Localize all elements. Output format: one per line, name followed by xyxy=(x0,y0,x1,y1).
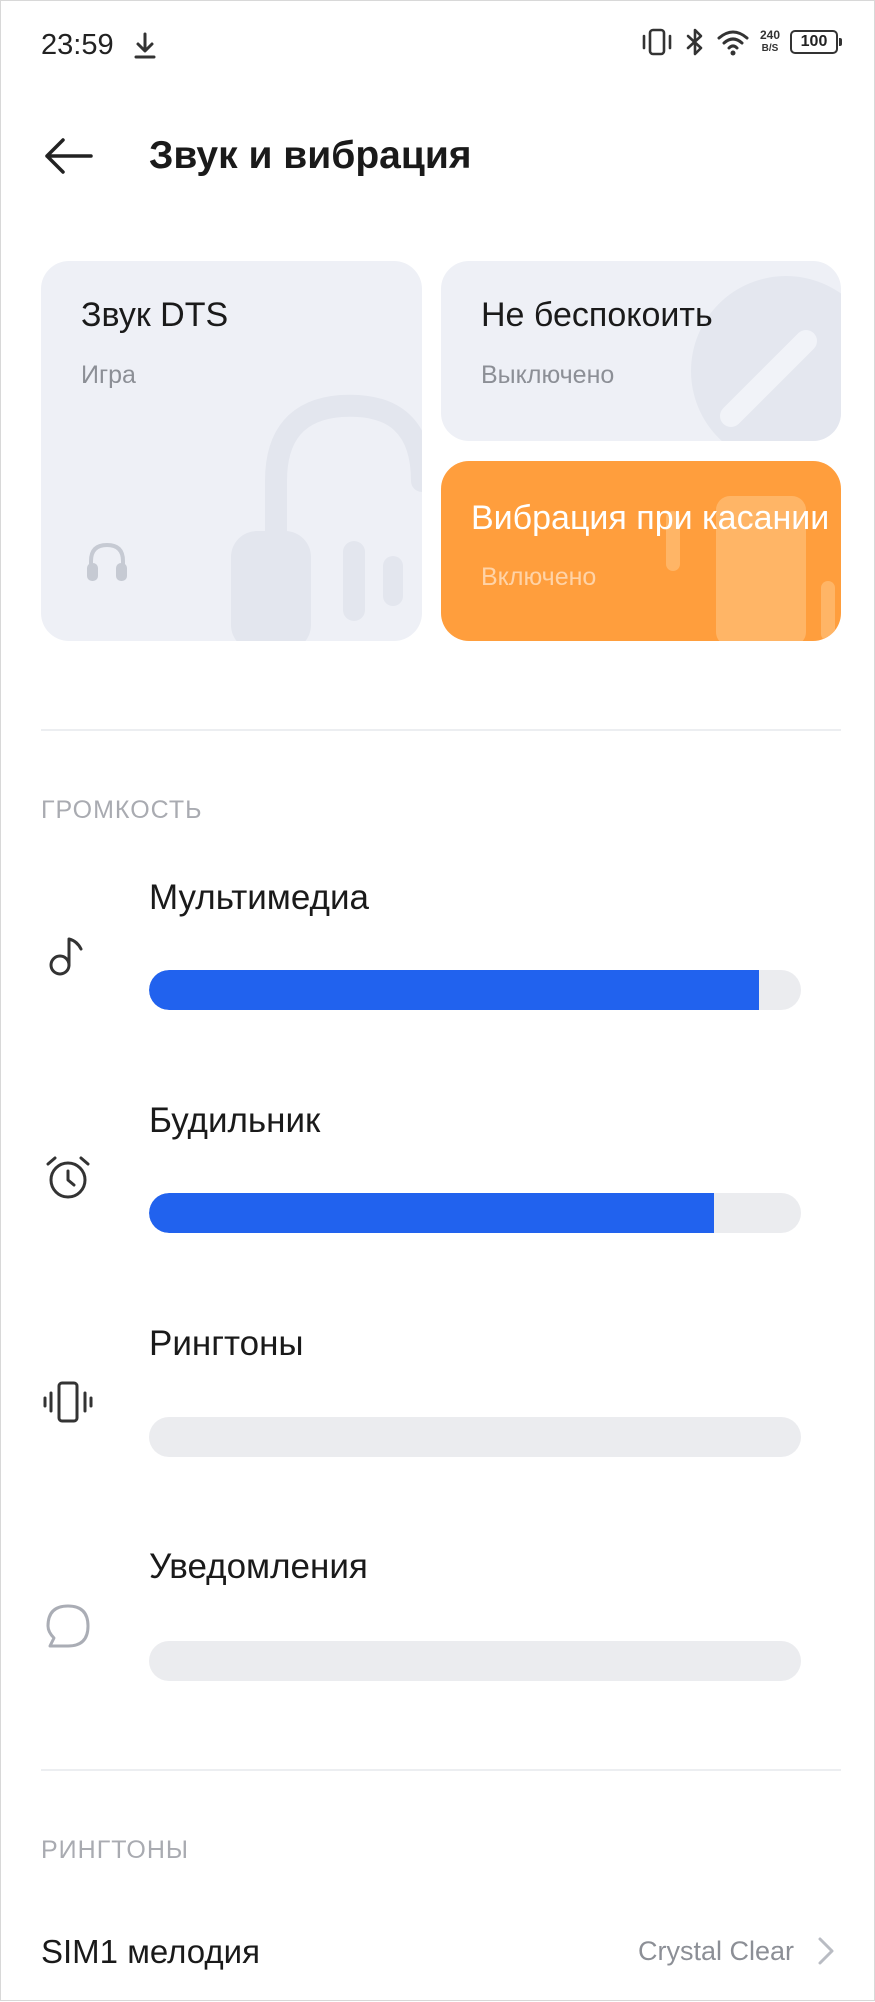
volume-multimedia-fill xyxy=(149,970,759,1010)
volume-notification-label: Уведомления xyxy=(149,1547,368,1586)
status-icons: 240 B/S 100 xyxy=(640,27,842,57)
vibrate-icon xyxy=(642,28,672,56)
volume-alarm-label: Будильник xyxy=(149,1101,321,1140)
headphones-icon xyxy=(87,542,127,581)
volume-section-header: ГРОМКОСТЬ xyxy=(41,796,203,824)
back-arrow-icon[interactable] xyxy=(39,131,99,181)
network-speed: 240 B/S xyxy=(760,29,780,55)
sim1-ringtone-value: Crystal Clear xyxy=(637,1936,794,1966)
section-divider xyxy=(41,1769,841,1771)
page-title: Звук и вибрация xyxy=(149,134,472,177)
vibrate-phone-icon xyxy=(43,1381,93,1423)
music-note-icon xyxy=(49,937,83,976)
dts-tile-subtitle: Игра xyxy=(81,361,136,389)
volume-alarm-slider[interactable] xyxy=(149,1193,801,1233)
touch-vibration-tile[interactable]: Вибрация при касании Включено xyxy=(441,461,841,641)
network-speed-unit: B/S xyxy=(761,43,779,54)
volume-notification-slider[interactable] xyxy=(149,1641,801,1681)
vibration-tile-subtitle: Включено xyxy=(481,563,597,591)
moon-watermark-icon xyxy=(691,276,841,441)
volume-ringtone-slider[interactable] xyxy=(149,1417,801,1457)
chat-bubble-icon xyxy=(46,1604,90,1648)
alarm-clock-icon xyxy=(46,1156,90,1199)
vibration-tile-title: Вибрация при касании xyxy=(471,499,830,537)
chevron-right-icon xyxy=(818,1937,834,1965)
status-time: 23:59 xyxy=(41,29,114,61)
volume-multimedia-slider[interactable] xyxy=(149,970,801,1010)
section-divider xyxy=(41,729,841,731)
volume-multimedia-label: Мультимедиа xyxy=(149,878,369,917)
sim1-ringtone-label: SIM1 мелодия xyxy=(41,1933,260,1970)
dts-sound-tile[interactable]: Звук DTS Игра xyxy=(41,261,422,641)
ringtones-section-header: РИНГТОНЫ xyxy=(41,1836,190,1864)
network-speed-value: 240 xyxy=(759,28,780,42)
wifi-icon xyxy=(717,30,749,56)
do-not-disturb-tile[interactable]: Не беспокоить Выключено xyxy=(441,261,841,441)
download-icon xyxy=(134,32,156,59)
battery-indicator: 100 xyxy=(790,30,842,54)
dnd-tile-title: Не беспокоить xyxy=(481,296,713,334)
volume-ringtone-label: Рингтоны xyxy=(149,1324,304,1363)
dts-tile-title: Звук DTS xyxy=(81,296,229,334)
volume-alarm-fill xyxy=(149,1193,715,1233)
dnd-tile-subtitle: Выключено xyxy=(481,361,615,389)
vibration-tile-marquee: Вибрация при касании xyxy=(441,461,841,641)
bluetooth-icon xyxy=(686,28,703,56)
